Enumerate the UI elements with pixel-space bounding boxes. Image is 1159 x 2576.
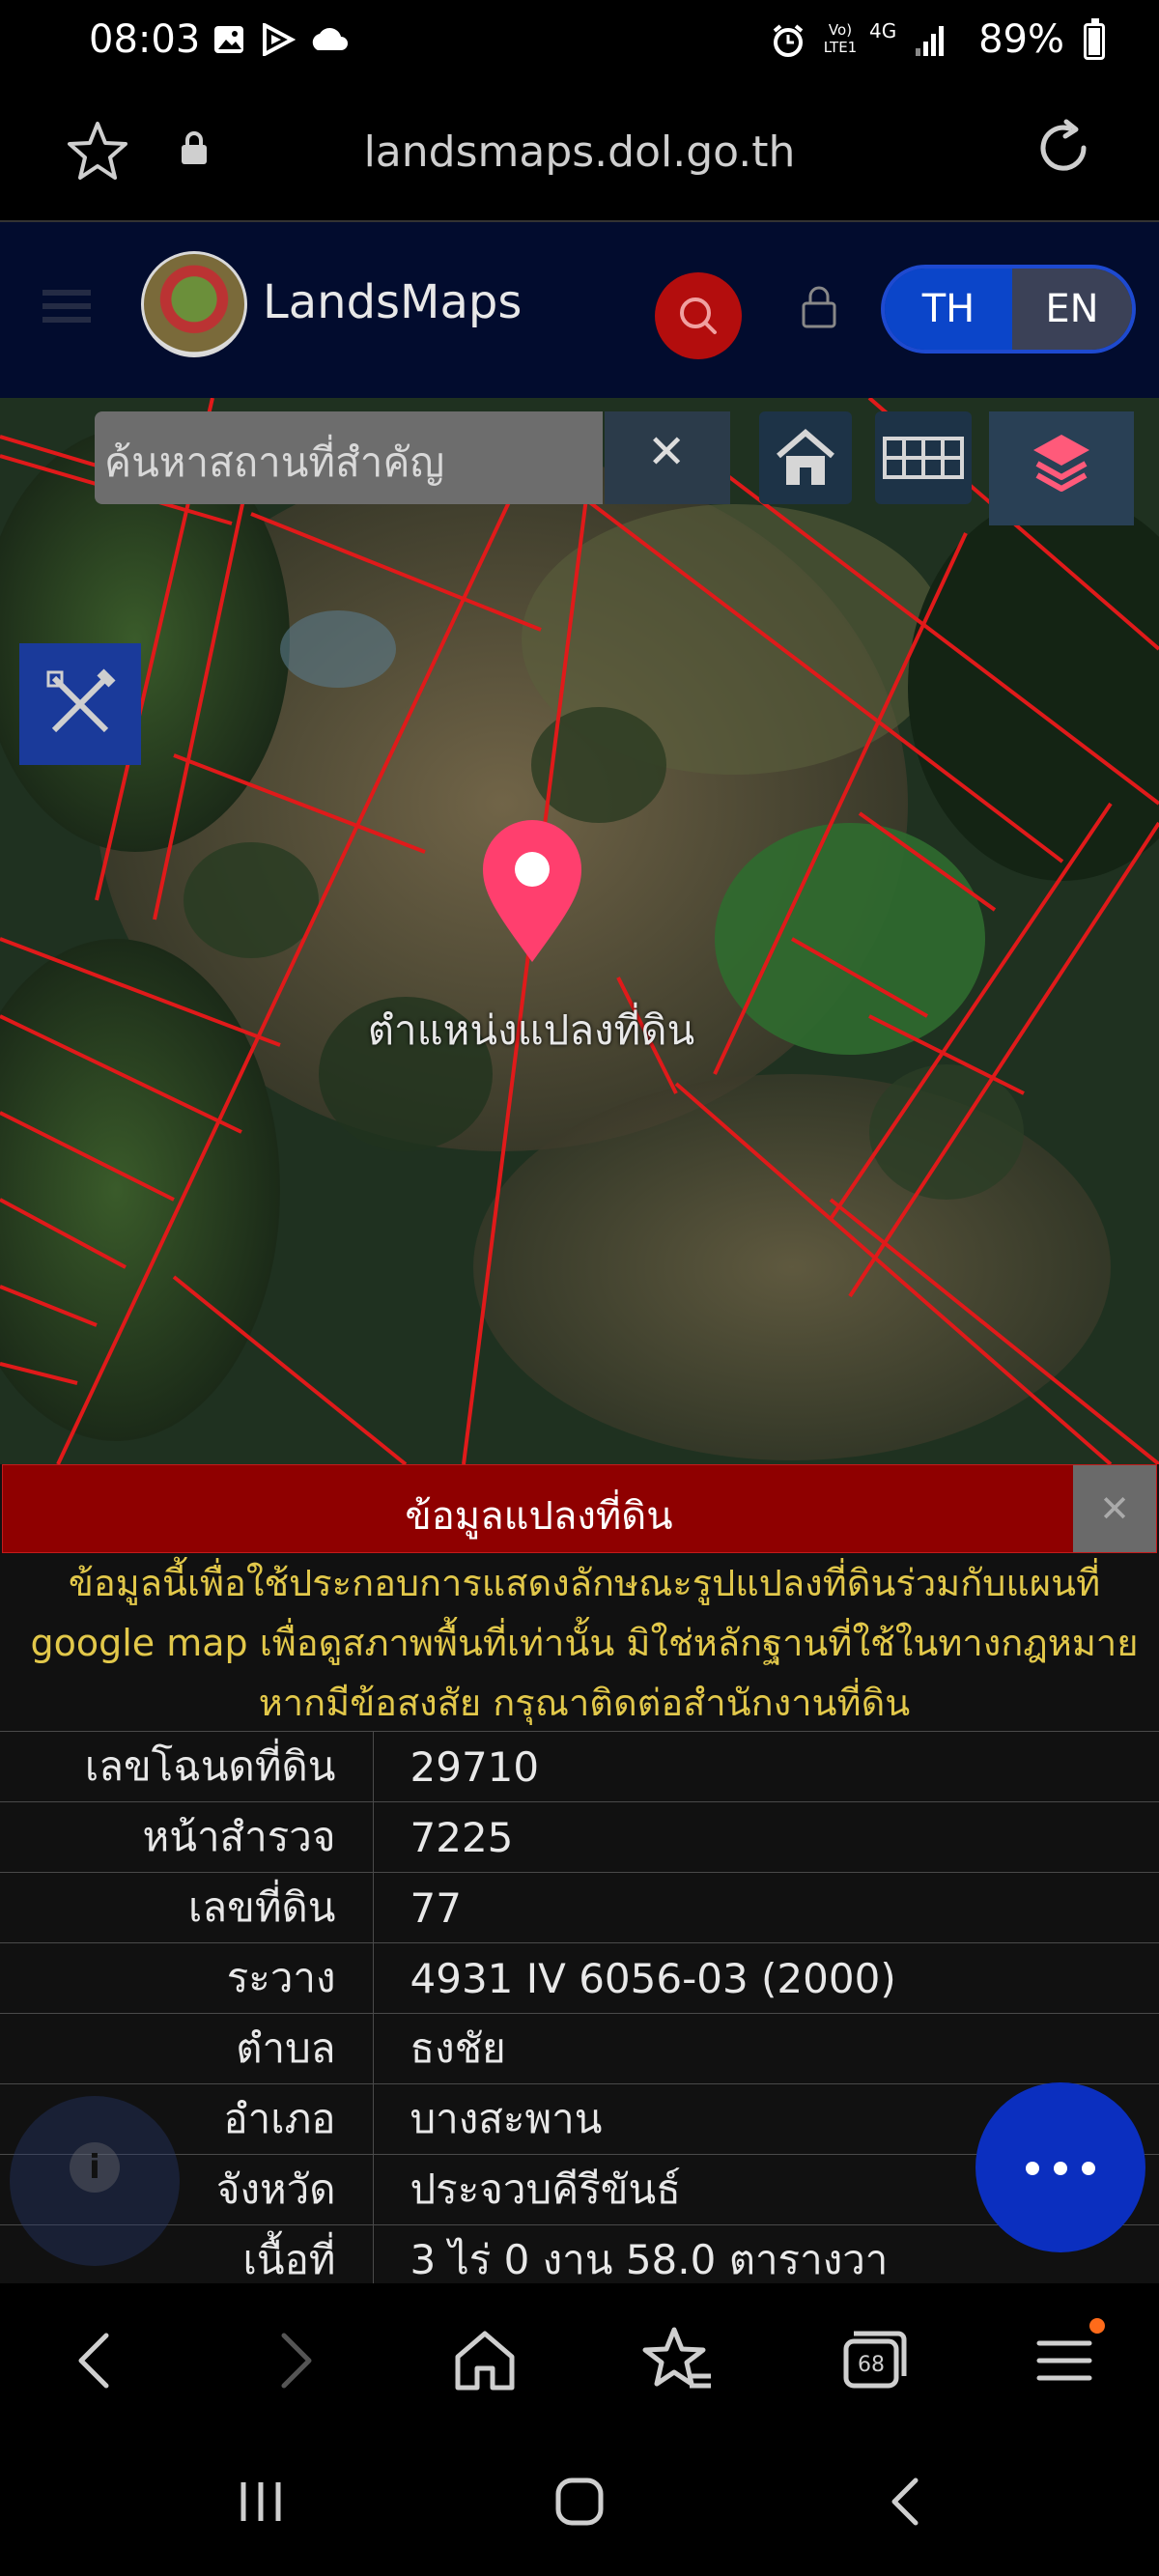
- play-icon: [261, 21, 297, 58]
- lang-th-button[interactable]: TH: [885, 269, 1012, 350]
- status-bar: 08:03 Vo) LTE1 4G 89%: [0, 0, 1159, 85]
- info-label: เลขที่ดิน: [0, 1872, 374, 1943]
- network-label: Vo) LTE1: [823, 21, 858, 56]
- browser-toolbar: 68: [0, 2283, 1159, 2438]
- language-toggle: TH EN: [881, 265, 1136, 354]
- signal-icon: [914, 23, 947, 62]
- department-seal-logo: [141, 251, 247, 357]
- menu-icon[interactable]: [42, 282, 91, 330]
- recent-apps-icon[interactable]: [232, 2473, 290, 2534]
- info-value: 77: [373, 1872, 1159, 1943]
- battery-percent: 89%: [978, 17, 1064, 62]
- info-label: ตำบล: [0, 2013, 374, 2084]
- search-button[interactable]: [655, 272, 742, 359]
- tabs-icon[interactable]: 68: [833, 2322, 910, 2399]
- notice-line: google map เพื่อดูสภาพพื้นที่เท่านั้น มิ…: [30, 1622, 1139, 1664]
- info-row: เลขที่ดิน 77: [0, 1872, 1159, 1943]
- info-row: ตำบล ธงชัย: [0, 2013, 1159, 2084]
- cloud-icon: [307, 23, 352, 56]
- map-view[interactable]: ค้นหาสถานที่สำคัญ ✕ ตำแหน่งแปลงที่ดิน: [0, 398, 1159, 1464]
- forward-icon[interactable]: [255, 2322, 332, 2399]
- reload-icon[interactable]: [1033, 118, 1093, 182]
- url-text[interactable]: landsmaps.dol.go.th: [0, 127, 1159, 177]
- gallery-icon: [212, 23, 245, 56]
- draw-tools-icon: [46, 668, 116, 733]
- app-header: LandsMaps TH EN: [0, 222, 1159, 398]
- info-button[interactable]: i: [10, 2096, 180, 2266]
- grid-button[interactable]: [875, 411, 972, 504]
- clear-search-button[interactable]: ✕: [605, 411, 730, 504]
- status-time: 08:03: [89, 17, 201, 62]
- signal-type: 4G: [869, 19, 897, 42]
- info-value: 7225: [373, 1801, 1159, 1873]
- info-label: หน้าสำรวจ: [0, 1801, 374, 1873]
- search-icon: [680, 297, 717, 334]
- info-label: ระวาง: [0, 1942, 374, 2014]
- alarm-icon: [771, 23, 804, 57]
- layers-button[interactable]: [989, 411, 1134, 525]
- panel-close-button[interactable]: ✕: [1073, 1465, 1156, 1552]
- back-nav-icon[interactable]: [879, 2473, 937, 2534]
- panel-header: ข้อมูลแปลงที่ดิน ✕: [2, 1464, 1157, 1553]
- more-options-button[interactable]: [975, 2082, 1145, 2252]
- close-icon: ✕: [647, 425, 687, 479]
- notice-line: หากมีข้อสงสัย กรุณาติดต่อสำนักงานที่ดิน: [258, 1682, 911, 1724]
- lang-en-button[interactable]: EN: [1012, 269, 1132, 350]
- home-icon: [777, 429, 834, 485]
- panel-title: ข้อมูลแปลงที่ดิน: [405, 1494, 673, 1539]
- notice-line: ข้อมูลนี้เพื่อใช้ประกอบการแสดงลักษณะรูปแ…: [68, 1562, 1101, 1604]
- info-row: ระวาง 4931 IV 6056-03 (2000): [0, 1942, 1159, 2014]
- home-icon[interactable]: [446, 2322, 523, 2399]
- info-label: เลขโฉนดที่ดิน: [0, 1731, 374, 1802]
- browser-address-bar: landsmaps.dol.go.th: [0, 85, 1159, 222]
- tab-count: 68: [858, 2353, 885, 2377]
- system-navigation-bar: [0, 2438, 1159, 2576]
- brand-name: LandsMaps: [263, 275, 523, 329]
- map-pin-icon[interactable]: [479, 819, 585, 964]
- info-icon: i: [70, 2142, 120, 2193]
- bookmarks-icon[interactable]: [639, 2322, 717, 2399]
- pin-label: ตำแหน่งแปลงที่ดิน: [367, 1006, 695, 1054]
- place-search-input[interactable]: ค้นหาสถานที่สำคัญ: [95, 411, 603, 504]
- info-value: 4931 IV 6056-03 (2000): [373, 1942, 1159, 2014]
- search-placeholder: ค้นหาสถานที่สำคัญ: [104, 439, 445, 486]
- notification-dot: [1089, 2318, 1105, 2334]
- info-row: เลขโฉนดที่ดิน 29710: [0, 1731, 1159, 1802]
- menu-icon[interactable]: [1026, 2318, 1105, 2399]
- lock-icon[interactable]: [798, 284, 840, 332]
- grid-icon: [883, 437, 964, 479]
- back-icon[interactable]: [58, 2322, 135, 2399]
- battery-icon: [1084, 18, 1105, 60]
- info-row: หน้าสำรวจ 7225: [0, 1801, 1159, 1873]
- layers-icon: [1033, 435, 1089, 492]
- home-nav-icon[interactable]: [551, 2473, 608, 2534]
- draw-tools-button[interactable]: [19, 643, 141, 765]
- info-value: ธงชัย: [373, 2013, 1159, 2084]
- home-button[interactable]: [759, 411, 852, 504]
- info-value: 29710: [373, 1731, 1159, 1802]
- disclaimer-notice: ข้อมูลนี้เพื่อใช้ประกอบการแสดงลักษณะรูปแ…: [19, 1553, 1149, 1733]
